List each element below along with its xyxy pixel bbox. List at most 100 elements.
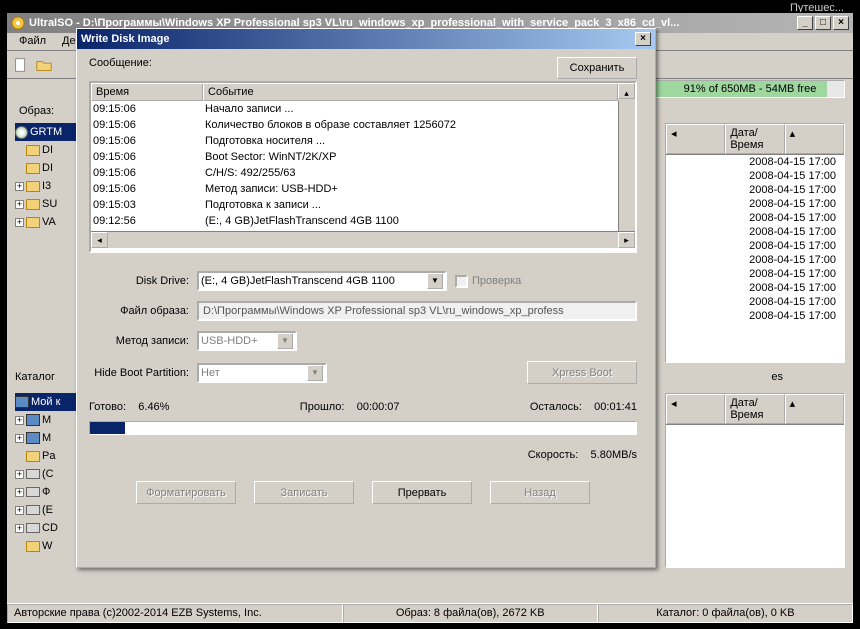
image-file-field: D:\Программы\Windows XP Professional sp3… xyxy=(197,301,637,321)
abort-button[interactable]: Прервать xyxy=(372,481,472,504)
image-file-label: Файл образа: xyxy=(89,305,189,317)
tree-item[interactable]: +VA xyxy=(15,213,83,231)
column-event[interactable]: Событие xyxy=(203,83,618,101)
folder-icon xyxy=(26,541,40,552)
folder-icon xyxy=(26,199,40,210)
done-label: Готово: xyxy=(89,401,126,413)
log-row[interactable]: 09:15:06Boot Sector: WinNT/2K/XP xyxy=(91,149,635,165)
log-row[interactable]: 09:15:03Подготовка к записи ... xyxy=(91,197,635,213)
elapsed-value: 00:00:07 xyxy=(357,401,400,413)
dialog-title: Write Disk Image xyxy=(81,33,635,45)
scroll-left[interactable]: ◂ xyxy=(666,394,725,424)
list-item[interactable]: 2008-04-15 17:00 xyxy=(666,309,844,323)
tree-item[interactable]: +CD xyxy=(15,519,83,537)
scroll-up[interactable]: ▴ xyxy=(785,394,844,424)
status-bar: Авторские права (c)2002-2014 EZB Systems… xyxy=(7,603,853,623)
image-tree[interactable]: GRTM DI DI +I3 +SU +VA xyxy=(15,123,83,363)
disk-drive-label: Disk Drive: xyxy=(89,275,189,287)
list-item[interactable]: 2008-04-15 17:00 xyxy=(666,267,844,281)
log-row[interactable]: 09:15:06C/H/S: 492/255/63 xyxy=(91,165,635,181)
speed-label: Скорость: xyxy=(528,449,579,461)
done-percent: 6.46% xyxy=(138,401,169,413)
dialog-close-button[interactable]: × xyxy=(635,32,651,46)
scroll-left[interactable]: ◂ xyxy=(666,124,725,154)
expand-icon[interactable]: + xyxy=(15,524,24,533)
log-row[interactable]: 09:15:06Метод записи: USB-HDD+ xyxy=(91,181,635,197)
log-row[interactable]: 09:15:06Количество блоков в образе соста… xyxy=(91,117,635,133)
chevron-down-icon: ▼ xyxy=(277,333,293,349)
list-item[interactable]: 2008-04-15 17:00 xyxy=(666,211,844,225)
es-label-fragment: es xyxy=(771,371,783,383)
disk-drive-dropdown[interactable]: (E:, 4 GB)JetFlashTranscend 4GB 1100▼ xyxy=(197,271,447,291)
expand-icon[interactable]: + xyxy=(15,506,24,515)
write-button: Записать xyxy=(254,481,354,504)
list-item[interactable]: 2008-04-15 17:00 xyxy=(666,295,844,309)
tree-item[interactable]: +M xyxy=(15,429,83,447)
tree-item[interactable]: Pa xyxy=(15,447,83,465)
write-method-label: Метод записи: xyxy=(89,335,189,347)
column-date[interactable]: Дата/Время xyxy=(725,124,784,154)
menu-file[interactable]: Файл xyxy=(11,33,54,50)
tree-item[interactable]: +(E xyxy=(15,501,83,519)
expand-icon[interactable]: + xyxy=(15,434,24,443)
toolbar-new-icon[interactable] xyxy=(11,55,31,75)
close-button[interactable]: × xyxy=(833,16,849,30)
list-item[interactable]: 2008-04-15 17:00 xyxy=(666,183,844,197)
expand-icon[interactable]: + xyxy=(15,488,24,497)
tree-root[interactable]: GRTM xyxy=(15,123,83,141)
scroll-up[interactable]: ▴ xyxy=(785,124,844,154)
progress-fill xyxy=(90,422,125,434)
toolbar-open-icon[interactable] xyxy=(34,55,54,75)
chevron-down-icon[interactable]: ▼ xyxy=(427,273,443,289)
scroll-up-button[interactable]: ▴ xyxy=(618,83,635,99)
write-method-dropdown: USB-HDD+▼ xyxy=(197,331,297,351)
remaining-label: Осталось: xyxy=(530,401,582,413)
list-item[interactable]: 2008-04-15 17:00 xyxy=(666,239,844,253)
list-item[interactable]: 2008-04-15 17:00 xyxy=(666,253,844,267)
list-item[interactable]: 2008-04-15 17:00 xyxy=(666,169,844,183)
scroll-left-button[interactable]: ◂ xyxy=(91,232,108,248)
tree-item[interactable]: +(C xyxy=(15,465,83,483)
local-root[interactable]: Мой к xyxy=(15,393,83,411)
status-copyright: Авторские права (c)2002-2014 EZB Systems… xyxy=(7,604,343,623)
local-tree[interactable]: Мой к +M +M Pa +(C +Ф +(E +CD W xyxy=(15,393,83,568)
tree-item[interactable]: +Ф xyxy=(15,483,83,501)
expand-icon[interactable]: + xyxy=(15,218,24,227)
tree-item[interactable]: +M xyxy=(15,411,83,429)
list-item[interactable]: 2008-04-15 17:00 xyxy=(666,225,844,239)
folder-icon xyxy=(26,163,40,174)
write-disk-image-dialog: Write Disk Image × Сообщение: Сохранить … xyxy=(76,28,656,568)
list-item[interactable]: 2008-04-15 17:00 xyxy=(666,281,844,295)
drive-icon xyxy=(26,487,40,497)
expand-icon[interactable]: + xyxy=(15,200,24,209)
log-row[interactable]: 09:15:06Подготовка носителя ... xyxy=(91,133,635,149)
column-time[interactable]: Время xyxy=(91,83,203,101)
remaining-value: 00:01:41 xyxy=(594,401,637,413)
local-file-list[interactable]: ◂Дата/Время▴ xyxy=(665,393,845,568)
dialog-titlebar[interactable]: Write Disk Image × xyxy=(77,29,655,49)
expand-icon[interactable]: + xyxy=(15,416,24,425)
tree-item[interactable]: DI xyxy=(15,141,83,159)
tree-item[interactable]: DI xyxy=(15,159,83,177)
image-file-list[interactable]: ◂Дата/Время▴ 2008-04-15 17:002008-04-15 … xyxy=(665,123,845,363)
tree-item[interactable]: W xyxy=(15,537,83,555)
disc-icon xyxy=(15,126,28,139)
chevron-down-icon: ▼ xyxy=(307,365,323,381)
scroll-right-button[interactable]: ▸ xyxy=(618,232,635,248)
tree-item[interactable]: +SU xyxy=(15,195,83,213)
tree-item[interactable]: +I3 xyxy=(15,177,83,195)
expand-icon[interactable]: + xyxy=(15,470,24,479)
hide-boot-label: Hide Boot Partition: xyxy=(89,367,189,379)
folder-icon xyxy=(26,145,40,156)
computer-icon xyxy=(15,396,29,408)
expand-icon[interactable]: + xyxy=(15,182,24,191)
minimize-button[interactable]: _ xyxy=(797,16,813,30)
log-row[interactable]: 09:15:06Начало записи ... xyxy=(91,101,635,117)
list-item[interactable]: 2008-04-15 17:00 xyxy=(666,155,844,169)
log-row[interactable]: 09:12:56(E:, 4 GB)JetFlashTranscend 4GB … xyxy=(91,213,635,229)
list-item[interactable]: 2008-04-15 17:00 xyxy=(666,197,844,211)
maximize-button[interactable]: □ xyxy=(815,16,831,30)
column-date[interactable]: Дата/Время xyxy=(725,394,784,424)
save-button[interactable]: Сохранить xyxy=(557,57,637,79)
log-listbox[interactable]: Время Событие ▴ 09:15:06Начало записи ..… xyxy=(89,81,637,253)
